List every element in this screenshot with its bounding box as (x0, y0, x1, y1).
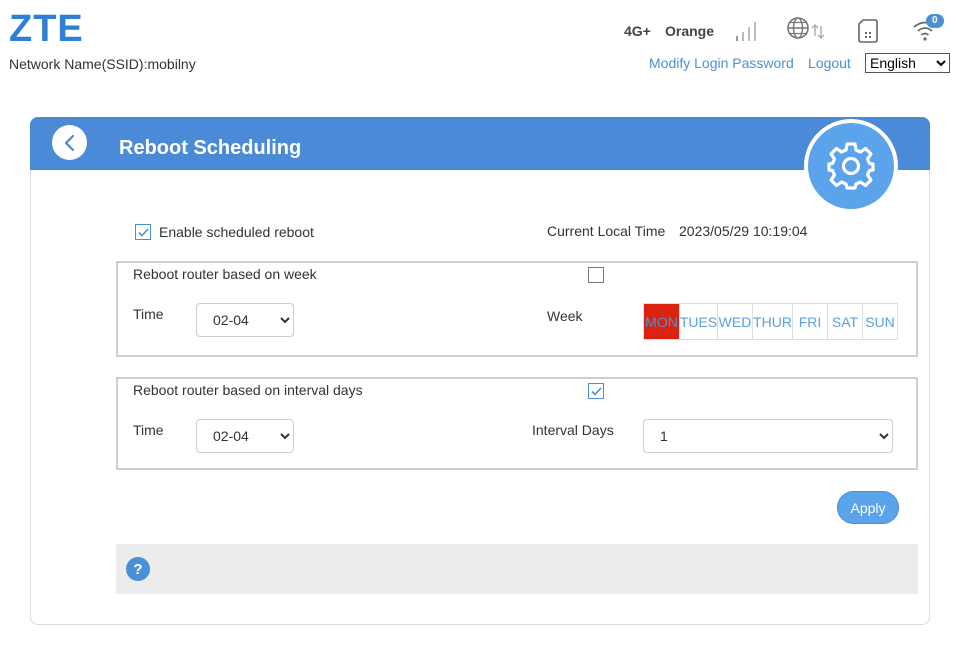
enable-reboot-label: Enable scheduled reboot (159, 224, 314, 240)
signal-strength-icon (735, 18, 761, 47)
interval-reboot-checkbox[interactable] (588, 383, 604, 399)
enable-reboot-checkbox[interactable] (135, 224, 151, 240)
logout-link[interactable]: Logout (808, 55, 851, 71)
week-reboot-section: Reboot router based on week Time 02-04 W… (116, 261, 918, 357)
interval-time-label: Time (133, 422, 164, 438)
modify-login-password-link[interactable]: Modify Login Password (649, 55, 794, 71)
language-select[interactable]: English (865, 53, 950, 73)
reboot-scheduling-panel: Reboot Scheduling Enable scheduled reboo… (30, 117, 930, 625)
interval-days-label: Interval Days (532, 422, 614, 438)
wifi-clients-badge: 0 (926, 14, 944, 28)
weekday-selector: MON TUES WED THUR FRI SAT SUN (643, 303, 898, 340)
apply-button[interactable]: Apply (837, 491, 899, 524)
network-type: 4G+ (624, 23, 651, 39)
internet-globe-icon[interactable] (786, 16, 828, 49)
checkmark-icon (591, 387, 602, 396)
zte-logo: ZTE (9, 8, 84, 50)
current-time-label: Current Local Time (547, 223, 666, 239)
back-button[interactable] (52, 125, 87, 160)
gear-icon (804, 119, 898, 213)
panel-header: Reboot Scheduling (30, 117, 930, 170)
day-mon-button[interactable]: MON (644, 304, 679, 339)
page-title: Reboot Scheduling (119, 137, 302, 159)
chevron-left-icon (64, 134, 74, 151)
day-sat-button[interactable]: SAT (827, 304, 862, 339)
sim-card-icon (858, 19, 878, 48)
help-bar: ? (116, 544, 918, 594)
ssid-label: Network Name(SSID):mobilny (9, 56, 196, 72)
day-sun-button[interactable]: SUN (862, 304, 897, 339)
day-thur-button[interactable]: THUR (752, 304, 792, 339)
day-wed-button[interactable]: WED (717, 304, 752, 339)
interval-time-select[interactable]: 02-04 (196, 419, 294, 453)
day-tues-button[interactable]: TUES (679, 304, 717, 339)
week-time-label: Time (133, 306, 164, 322)
week-time-select[interactable]: 02-04 (196, 303, 294, 337)
interval-days-select[interactable]: 1 (643, 419, 893, 453)
week-section-title: Reboot router based on week (133, 266, 317, 282)
week-reboot-checkbox[interactable] (588, 267, 604, 283)
interval-section-title: Reboot router based on interval days (133, 382, 363, 398)
day-fri-button[interactable]: FRI (792, 304, 827, 339)
help-icon[interactable]: ? (126, 557, 150, 581)
current-time-value: 2023/05/29 10:19:04 (679, 223, 808, 239)
carrier-name: Orange (665, 23, 715, 39)
interval-reboot-section: Reboot router based on interval days Tim… (116, 377, 918, 470)
week-label: Week (547, 308, 583, 324)
checkmark-icon (138, 228, 149, 237)
